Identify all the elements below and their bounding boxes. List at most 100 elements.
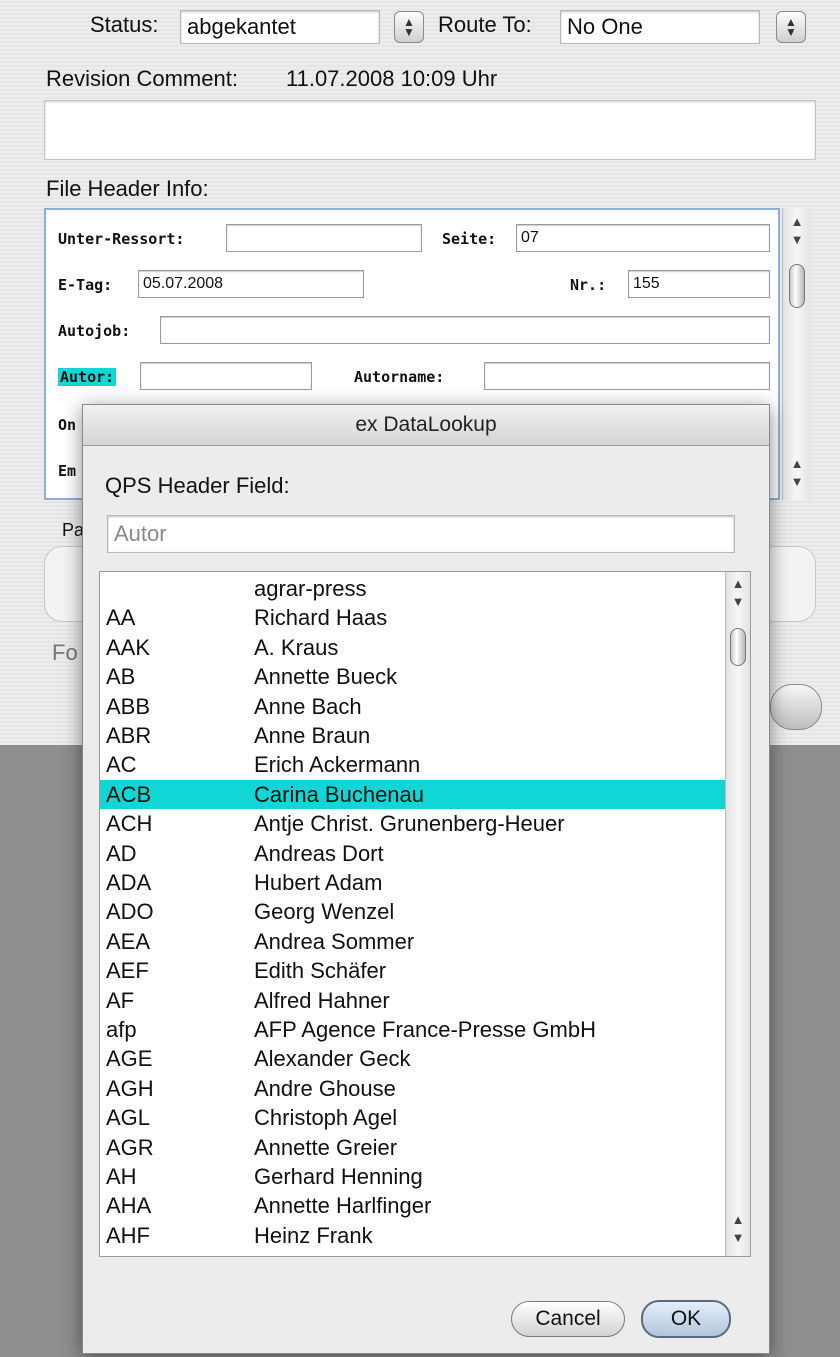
data-lookup-dialog: ex DataLookup QPS Header Field: Autor ag… [82, 404, 770, 1354]
scroll-down-icon[interactable]: ▼ [783, 474, 811, 489]
autojob-field[interactable] [160, 316, 770, 344]
list-item[interactable]: AGH Andre Ghouse [100, 1074, 727, 1103]
list-item[interactable]: AAK A. Kraus [100, 633, 727, 662]
list-item-code: ABB [106, 693, 151, 719]
list-item[interactable]: AA Richard Haas [100, 603, 727, 632]
autorname-label: Autorname: [354, 368, 445, 386]
list-item-code: ADA [106, 870, 152, 895]
revision-comment-label: Revision Comment: [46, 66, 238, 91]
list-item-name: Georg Wenzel [254, 899, 395, 925]
scroll-up-icon[interactable]: ▲ [783, 456, 811, 471]
scroll-down-icon[interactable]: ▼ [726, 594, 750, 609]
list-item-name: Heinz Frank [254, 1222, 373, 1248]
list-item-code: AC [106, 752, 137, 778]
list-item[interactable]: AB Annette Bueck [100, 662, 727, 691]
list-item[interactable]: AHA Annette Harlfinger [100, 1191, 727, 1220]
list-item[interactable]: AEA Andrea Sommer [100, 927, 727, 956]
list-item-name: Carina Buchenau [254, 781, 425, 807]
list-item-code: AF [106, 987, 135, 1013]
list-item-name: Hubert Adam [254, 870, 383, 895]
scroll-down-icon[interactable]: ▼ [726, 1230, 750, 1245]
list-item-code: AHF [106, 1222, 150, 1248]
list-item-code: ACH [106, 811, 153, 837]
list-item-name: Alfred Hahner [254, 987, 390, 1013]
lookup-list-scrollbar[interactable]: ▲ ▼ ▲ ▼ [725, 572, 750, 1256]
list-item[interactable]: AGR Annette Greier [100, 1133, 727, 1162]
lookup-list[interactable]: agrar-press AA Richard Haas AAK A. Kraus AB An… [99, 571, 751, 1257]
list-item-name: AFP Agence France-Presse GmbH [254, 1017, 596, 1042]
list-item-name: Annette Greier [254, 1134, 398, 1160]
list-item-code: AGH [106, 1075, 154, 1101]
route-to-field[interactable]: No One [560, 10, 760, 44]
file-header-info-label: File Header Info: [46, 176, 209, 201]
cancel-button[interactable]: Cancel [511, 1301, 625, 1337]
list-item-name: Christoph Agel [254, 1105, 398, 1131]
scroll-up-icon[interactable]: ▲ [783, 214, 811, 229]
background-button[interactable] [770, 684, 822, 730]
list-item[interactable]: AC Erich Ackermann [100, 750, 727, 779]
status-label: Status: [90, 12, 159, 37]
list-item[interactable]: AHF Heinz Frank [100, 1221, 727, 1250]
list-item-code: AD [106, 840, 137, 866]
partial-label-on: On [58, 416, 77, 434]
list-item-code: AH [106, 1164, 137, 1189]
list-item-code: AGE [106, 1046, 153, 1072]
seite-field[interactable]: 07 [516, 224, 770, 252]
scroll-thumb[interactable] [789, 264, 805, 308]
list-item-name: Andre Ghouse [254, 1075, 396, 1101]
list-item-code: ADO [106, 899, 154, 925]
status-stepper[interactable]: ▲ ▼ [394, 11, 424, 43]
list-item[interactable]: ADO Georg Wenzel [100, 897, 727, 926]
unter-ressort-label: Unter-Ressort: [58, 230, 185, 248]
list-item[interactable]: ACB Carina Buchenau [100, 779, 727, 809]
list-item-name: Anne Bach [254, 693, 362, 719]
list-item-code: AA [106, 605, 136, 631]
list-item[interactable]: ACH Antje Christ. Grunenberg-Heuer [100, 809, 727, 838]
list-item-name: Richard Haas [254, 605, 388, 631]
list-item[interactable]: AF Alfred Hahner [100, 986, 727, 1015]
etag-field[interactable]: 05.07.2008 [138, 270, 364, 298]
revision-datetime: 11.07.2008 10:09 Uhr [286, 66, 498, 91]
scroll-down-icon[interactable]: ▼ [783, 232, 811, 247]
list-item[interactable]: agrar-press [100, 574, 727, 603]
autorname-field[interactable] [484, 362, 770, 390]
list-item[interactable]: AGL Christoph Agel [100, 1103, 727, 1132]
revision-comment-input[interactable] [44, 100, 816, 160]
scroll-up-icon[interactable]: ▲ [726, 576, 750, 591]
autor-label: Autor: [58, 368, 117, 386]
nr-label: Nr.: [570, 276, 607, 294]
list-item[interactable]: AD Andreas Dort [100, 839, 727, 868]
list-item-name: Antje Christ. Grunenberg-Heuer [254, 811, 565, 837]
list-item[interactable]: ABB Anne Bach [100, 692, 727, 721]
dialog-title: ex DataLookup [83, 405, 769, 446]
arrow-down-icon: ▼ [403, 25, 415, 39]
list-item-code: AHA [106, 1193, 152, 1219]
status-field[interactable]: abgekantet [180, 10, 380, 44]
route-to-stepper[interactable]: ▲ ▼ [776, 11, 806, 43]
list-item[interactable]: AGE Alexander Geck [100, 1044, 727, 1073]
list-item[interactable]: AH Gerhard Henning [100, 1162, 727, 1191]
list-item[interactable]: afp AFP Agence France-Presse GmbH [100, 1015, 727, 1044]
list-item-code: AAK [106, 634, 151, 660]
list-item-name: Andrea Sommer [254, 928, 415, 954]
scroll-thumb[interactable] [730, 628, 746, 666]
list-item[interactable]: ADA Hubert Adam [100, 868, 727, 897]
list-item-code: AGR [106, 1134, 154, 1160]
partial-label-fo: Fo [52, 640, 78, 665]
ok-button[interactable]: OK [641, 1300, 731, 1338]
nr-field[interactable]: 155 [628, 270, 770, 298]
list-item[interactable]: ABR Anne Braun [100, 721, 727, 750]
unter-ressort-field[interactable] [226, 224, 422, 252]
header-panel-scrollbar[interactable]: ▲ ▼ ▲ ▼ [782, 208, 811, 500]
list-item-code: AEF [106, 958, 149, 984]
list-item-name: Annette Bueck [254, 664, 398, 690]
list-item[interactable]: AEF Edith Schäfer [100, 956, 727, 985]
autor-field[interactable] [140, 362, 312, 390]
list-item-name: A. Kraus [254, 634, 339, 660]
list-item-code: AB [106, 664, 136, 690]
list-item-name: Annette Harlfinger [254, 1193, 432, 1219]
scroll-up-icon[interactable]: ▲ [726, 1212, 750, 1227]
list-item-code: afp [106, 1017, 137, 1042]
list-item-name: Gerhard Henning [254, 1164, 423, 1189]
qps-header-field-input[interactable]: Autor [107, 515, 735, 553]
